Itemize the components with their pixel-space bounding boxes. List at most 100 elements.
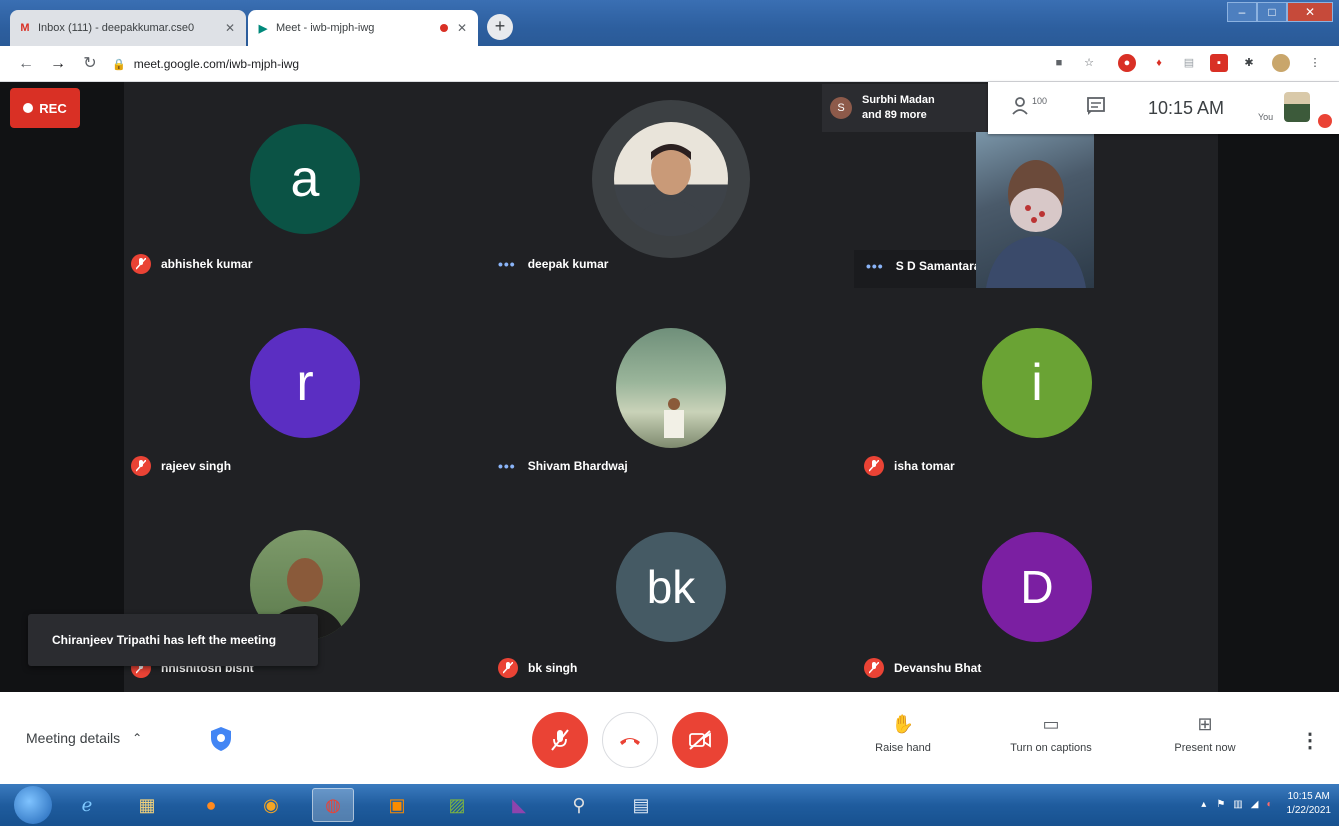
extension-icon[interactable]: ▤ bbox=[1180, 54, 1198, 72]
people-icon[interactable] bbox=[1012, 96, 1034, 121]
window-close-button[interactable]: ✕ bbox=[1287, 2, 1333, 22]
camera-off-icon bbox=[689, 730, 711, 750]
captions-button[interactable]: ▭ Turn on captions bbox=[996, 714, 1106, 754]
participant-name: rajeev singh bbox=[161, 459, 232, 473]
rec-label: REC bbox=[39, 100, 67, 116]
signal-icon[interactable]: ◢ bbox=[1251, 799, 1259, 810]
recording-indicator-icon bbox=[440, 24, 448, 32]
present-now-button[interactable]: ⊞ Present now bbox=[1150, 714, 1260, 754]
avatar: bk bbox=[616, 532, 726, 642]
mic-off-icon bbox=[131, 456, 151, 476]
participant-name-tag: bk singh bbox=[498, 658, 577, 678]
meeting-details-button[interactable]: Meeting details ⌃ bbox=[26, 730, 142, 746]
recording-badge: REC bbox=[10, 88, 80, 128]
participant-name-tag: isha tomar bbox=[864, 456, 955, 476]
self-avatar[interactable] bbox=[1284, 92, 1310, 122]
file-explorer-icon[interactable]: ▦ bbox=[126, 788, 168, 822]
participant-name: bk singh bbox=[528, 661, 578, 675]
avatar: a bbox=[250, 124, 360, 234]
image-viewer-icon[interactable]: ▨ bbox=[436, 788, 478, 822]
tab-title: Meet - iwb-mjph-iwg bbox=[276, 22, 375, 34]
gmail-icon: M bbox=[20, 22, 30, 34]
taskbar-clock[interactable]: 10:15 AM 1/22/2021 bbox=[1287, 790, 1332, 818]
hand-icon: ✋ bbox=[891, 714, 915, 734]
more-options-icon[interactable]: ⋮ bbox=[1300, 728, 1320, 753]
camera-indicator-icon[interactable]: ■ bbox=[1050, 54, 1068, 72]
minimize-button[interactable]: – bbox=[1227, 2, 1257, 22]
avatar: S bbox=[830, 97, 852, 119]
audio-level-icon: ••• bbox=[866, 258, 884, 274]
avatar: r bbox=[250, 328, 360, 438]
tab-meet[interactable]: ▶ Meet - iwb-mjph-iwg ✕ bbox=[248, 10, 478, 46]
tab-title: Inbox (111) - deepakkumar.cse0 bbox=[38, 22, 195, 34]
close-icon[interactable]: ✕ bbox=[222, 21, 238, 35]
url-text: meet.google.com/iwb-mjph-iwg bbox=[133, 57, 300, 71]
window-controls: – □ ✕ bbox=[1227, 2, 1333, 22]
tab-gmail[interactable]: M Inbox (111) - deepakkumar.cse0 ✕ bbox=[10, 10, 246, 46]
participant-name-tag: ••• Shivam Bhardwaj bbox=[498, 458, 628, 474]
active-speakers-pill[interactable]: S Surbhi Madan and 89 more bbox=[822, 84, 988, 132]
self-mic-off-icon bbox=[1318, 114, 1332, 128]
maximize-button[interactable]: □ bbox=[1257, 2, 1287, 22]
xampp-icon[interactable]: ▣ bbox=[376, 788, 418, 822]
raise-hand-button[interactable]: ✋ Raise hand bbox=[848, 714, 958, 754]
participant-photo bbox=[614, 122, 728, 236]
system-tray: ▴ ⚑ ▥ ◢ ◐ 10:15 AM 1/22/2021 bbox=[1201, 790, 1331, 818]
chat-icon[interactable] bbox=[1086, 96, 1106, 121]
volume-icon[interactable]: ◐ bbox=[1266, 799, 1272, 810]
participant-name-tag: ••• deepak kumar bbox=[498, 256, 608, 272]
hang-up-icon bbox=[620, 738, 640, 745]
record-dot-icon bbox=[23, 103, 34, 113]
adblock-icon[interactable]: ● bbox=[1118, 54, 1136, 72]
self-video-preview bbox=[976, 132, 1094, 288]
present-label: Present now bbox=[1174, 742, 1236, 754]
extensions-puzzle-icon[interactable]: ✱ bbox=[1240, 54, 1258, 72]
ie-icon[interactable]: ℯ bbox=[66, 788, 108, 822]
participant-name: isha tomar bbox=[894, 459, 955, 473]
participant-name: S D Samantaray bbox=[895, 259, 988, 273]
mic-toggle-button[interactable] bbox=[532, 712, 588, 768]
audio-level-icon: ••• bbox=[498, 458, 516, 474]
mic-off-icon bbox=[131, 254, 151, 274]
meeting-clock: 10:15 AM bbox=[1148, 98, 1225, 118]
extension-icon[interactable]: ♦ bbox=[1150, 54, 1168, 72]
participant-name-tag: rajeev singh bbox=[131, 456, 231, 476]
network-icon[interactable]: ▥ bbox=[1233, 799, 1242, 810]
reload-button[interactable]: ↻ bbox=[78, 52, 102, 76]
show-hidden-icons-icon[interactable]: ▴ bbox=[1201, 799, 1206, 810]
security-shield-icon[interactable] bbox=[210, 726, 232, 752]
profile-avatar[interactable] bbox=[1272, 54, 1290, 72]
app-icon[interactable]: ⚲ bbox=[558, 788, 600, 822]
chevron-up-icon: ⌃ bbox=[132, 731, 143, 745]
leave-call-button[interactable] bbox=[602, 712, 658, 768]
stage-margin bbox=[1218, 82, 1339, 692]
meeting-header: 100 10:15 AM You bbox=[988, 82, 1339, 134]
participant-name-tag: abhishek kumar bbox=[131, 254, 252, 274]
browser-menu-icon[interactable]: ⋮ bbox=[1306, 54, 1324, 72]
media-player-icon[interactable]: ◉ bbox=[250, 788, 292, 822]
present-screen-icon: ⊞ bbox=[1197, 714, 1213, 734]
meeting-controls-bar: Meeting details ⌃ ✋ Raise hand ▭ Turn on… bbox=[0, 692, 1339, 784]
participant-name: Shivam Bhardwaj bbox=[527, 459, 628, 473]
stage-margin bbox=[0, 82, 124, 692]
participant-name-tag: ••• S D Samantaray bbox=[866, 258, 987, 274]
flag-icon[interactable]: ⚑ bbox=[1216, 799, 1225, 810]
avatar: i bbox=[982, 328, 1092, 438]
participant-name-tag: Devanshu Bhat bbox=[864, 658, 981, 678]
notepad-icon[interactable]: ▤ bbox=[620, 788, 662, 822]
address-bar[interactable]: 🔒 meet.google.com/iwb-mjph-iwg bbox=[112, 50, 1032, 78]
notification-toast: Chiranjeev Tripathi has left the meeting bbox=[28, 614, 318, 666]
start-button[interactable] bbox=[14, 786, 52, 824]
pdf-extension-icon[interactable]: ▪ bbox=[1210, 54, 1228, 72]
chrome-icon[interactable]: ◍ bbox=[312, 788, 354, 822]
mic-off-icon bbox=[551, 729, 569, 751]
firefox-icon[interactable]: ● bbox=[190, 788, 232, 822]
new-tab-button[interactable]: + bbox=[487, 14, 513, 40]
visual-studio-icon[interactable]: ◣ bbox=[498, 788, 540, 822]
close-icon[interactable]: ✕ bbox=[454, 21, 470, 35]
forward-button[interactable]: → bbox=[46, 52, 70, 76]
bookmark-star-icon[interactable]: ☆ bbox=[1080, 54, 1098, 72]
participant-name: abhishek kumar bbox=[161, 257, 253, 271]
camera-toggle-button[interactable] bbox=[672, 712, 728, 768]
back-button[interactable]: ← bbox=[14, 52, 38, 76]
